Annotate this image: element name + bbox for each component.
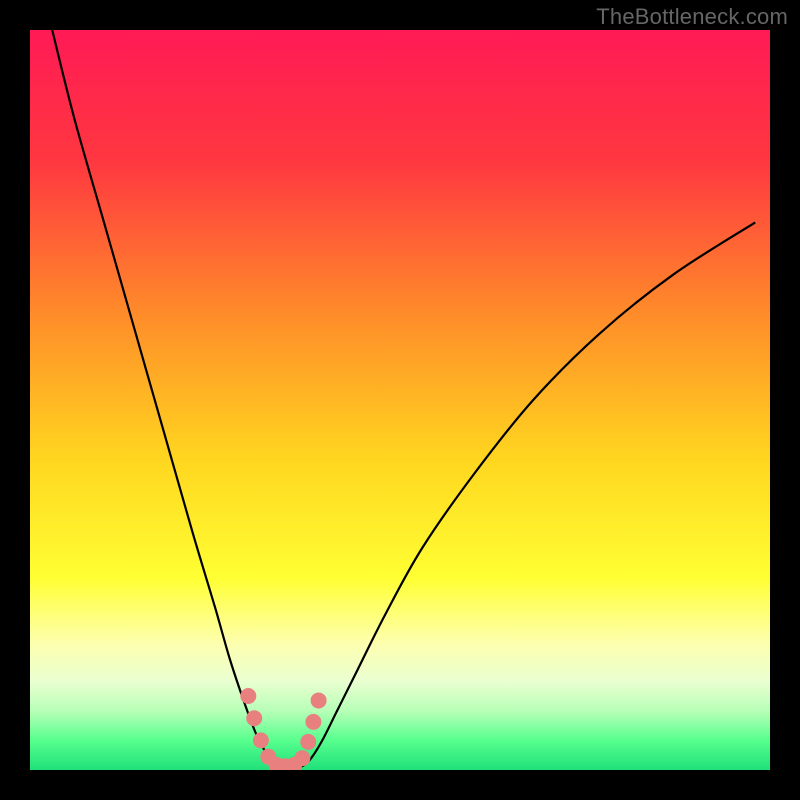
plot-frame [30, 30, 770, 770]
plot-area [30, 30, 770, 770]
marker-dot [300, 734, 316, 750]
marker-dot [240, 688, 256, 704]
marker-dot [305, 714, 321, 730]
marker-dot [253, 732, 269, 748]
gradient-background [30, 30, 770, 770]
watermark: TheBottleneck.com [596, 4, 788, 30]
marker-dot [294, 750, 310, 766]
marker-dot [246, 710, 262, 726]
marker-dot [311, 692, 327, 708]
